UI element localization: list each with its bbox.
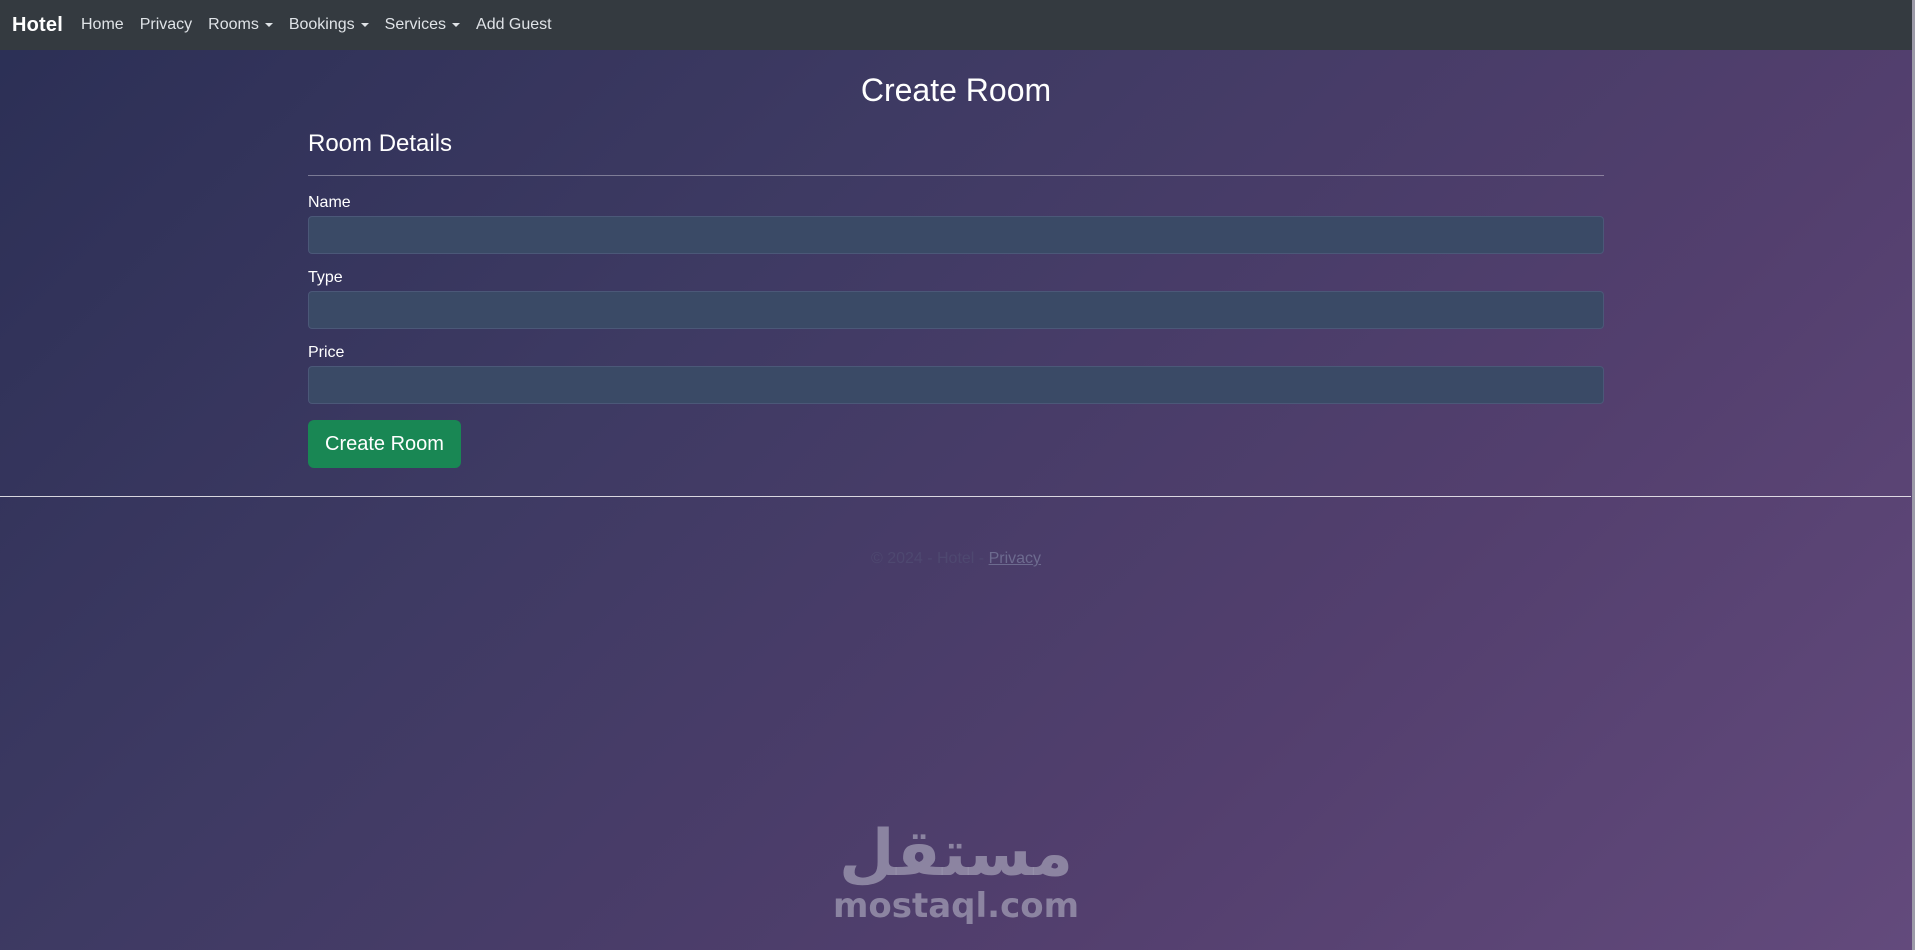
nav-item-label: Rooms [208,16,259,33]
page-title: Create Room [860,72,1052,108]
nav-item-home[interactable]: Home [73,16,132,34]
caret-down-icon [360,23,369,27]
name-label: Name [308,194,351,211]
create-room-button[interactable]: Create Room [308,420,461,468]
nav-item-bookings-dropdown[interactable]: Bookings [281,16,377,34]
nav-item-label: Home [81,16,124,33]
watermark-arabic-text: مستقل [838,817,1074,891]
type-form-group: Type [308,269,1604,329]
price-label: Price [308,344,345,361]
top-navbar: Hotel Home Privacy Rooms Bookings Servic… [0,0,1912,50]
name-form-group: Name [308,194,1604,254]
nav-item-label: Services [384,16,447,33]
price-input[interactable] [308,366,1604,404]
nav-item-label: Privacy [139,16,193,33]
footer-privacy-link[interactable]: Privacy [989,550,1041,567]
name-input[interactable] [308,216,1604,254]
nav-item-rooms-dropdown[interactable]: Rooms [200,16,281,34]
type-label: Type [308,269,343,286]
footer-copyright: © 2024 - Hotel - [870,550,989,567]
mostaql-watermark: مستقل mostaql.com [0,820,1912,924]
caret-down-icon [452,23,461,27]
watermark-latin-text: mostaql.com [832,886,1080,926]
section-heading: Room Details [308,130,453,157]
nav-item-services-dropdown[interactable]: Services [377,16,468,34]
nav-item-privacy[interactable]: Privacy [132,16,200,34]
nav-item-add-guest[interactable]: Add Guest [468,16,560,34]
type-input[interactable] [308,291,1604,329]
price-form-group: Price [308,344,1604,404]
navbar-brand[interactable]: Hotel [12,14,63,37]
footer-divider [0,496,1911,497]
caret-down-icon [264,23,273,27]
nav-item-label: Add Guest [476,16,552,33]
section-divider [308,175,1604,176]
create-room-form: Room Details Name Type Price Create Room [308,130,1604,468]
footer: © 2024 - Hotel - Privacy [0,550,1912,568]
nav-item-label: Bookings [288,16,355,33]
